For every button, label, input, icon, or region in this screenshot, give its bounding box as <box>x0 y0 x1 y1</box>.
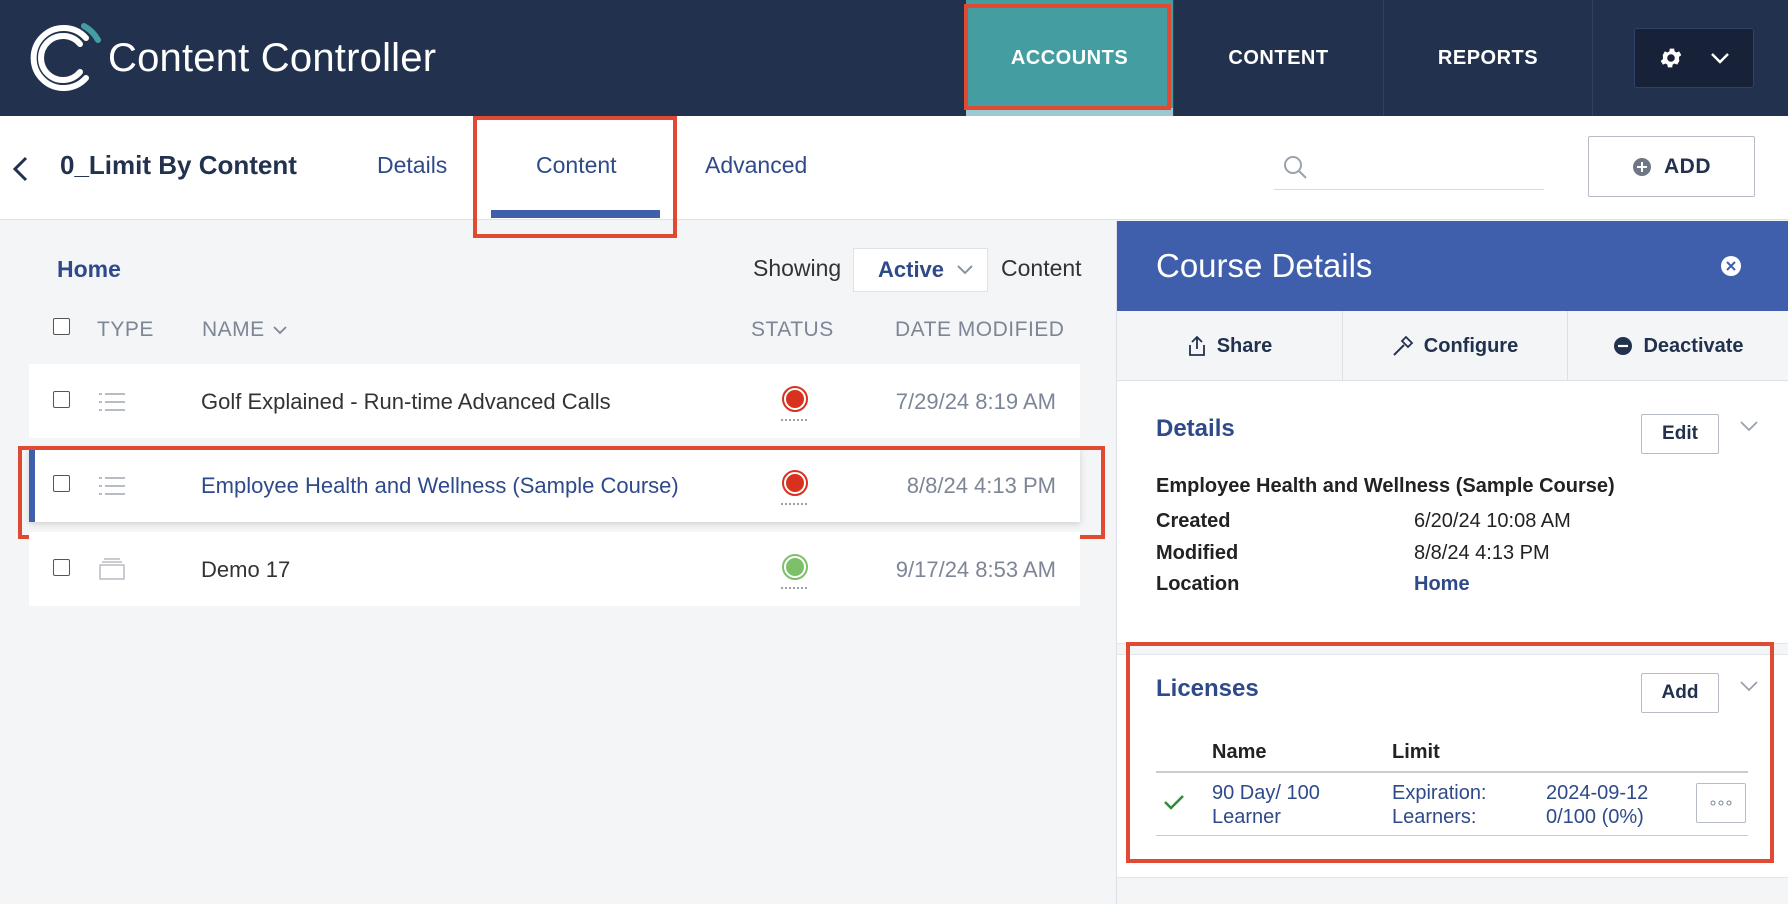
deactivate-button[interactable]: Deactivate <box>1567 311 1788 381</box>
share-label: Share <box>1216 334 1273 357</box>
status-filter-value: Active <box>878 257 945 282</box>
active-tab-indicator <box>491 210 660 218</box>
column-header-status: STATUS <box>751 318 834 341</box>
location-link[interactable]: Home <box>1414 573 1470 596</box>
check-icon <box>1164 795 1184 810</box>
column-header-name[interactable]: NAME <box>202 318 287 342</box>
date-modified: 8/8/24 4:13 PM <box>906 473 1056 498</box>
license-name[interactable]: 90 Day/ 100 Learner <box>1212 781 1320 829</box>
nav-reports[interactable]: REPORTS <box>1383 0 1593 116</box>
panel-header: Course Details <box>1117 221 1788 311</box>
logo-icon <box>28 18 102 98</box>
collapse-chevron-icon[interactable] <box>1739 679 1759 693</box>
share-button[interactable]: Share <box>1117 311 1342 381</box>
chevron-down-icon <box>1711 53 1729 64</box>
row-checkbox[interactable] <box>53 391 70 408</box>
content-name[interactable]: Employee Health and Wellness (Sample Cou… <box>201 473 679 499</box>
expiration-value: 2024-09-12 <box>1546 782 1649 804</box>
column-header-date: DATE MODIFIED <box>895 318 1065 341</box>
gear-icon <box>1660 48 1682 68</box>
status-active-icon <box>781 554 809 589</box>
more-dots-icon <box>1710 800 1732 806</box>
tab-details[interactable]: Details <box>377 152 447 179</box>
content-name[interactable]: Golf Explained - Run-time Advanced Calls <box>201 389 611 415</box>
license-header-divider <box>1156 771 1748 773</box>
search-box <box>1274 144 1544 190</box>
row-checkbox[interactable] <box>53 475 70 492</box>
add-button-label: ADD <box>1664 154 1711 178</box>
nav-content[interactable]: CONTENT <box>1173 0 1383 116</box>
sort-chevron-icon <box>273 326 287 335</box>
add-button[interactable]: ADD <box>1588 136 1755 197</box>
tab-advanced[interactable]: Advanced <box>705 152 807 179</box>
column-header-type: TYPE <box>97 318 154 341</box>
tab-content[interactable]: Content <box>536 152 617 179</box>
add-license-button[interactable]: Add <box>1641 673 1719 713</box>
license-name-line2: Learner <box>1212 806 1281 828</box>
edit-button[interactable]: Edit <box>1641 414 1719 454</box>
panel-bottom-strip <box>1117 877 1788 904</box>
created-label: Created <box>1156 510 1231 532</box>
details-section-title: Details <box>1156 415 1235 442</box>
license-header-name: Name <box>1212 741 1267 763</box>
app-logo[interactable]: Content Controller <box>28 18 448 98</box>
app-title: Content Controller <box>108 35 437 80</box>
license-row-divider <box>1156 835 1748 836</box>
close-icon[interactable] <box>1720 255 1742 277</box>
configure-button[interactable]: Configure <box>1342 311 1567 381</box>
deactivate-label: Deactivate <box>1643 334 1744 357</box>
share-icon <box>1188 335 1205 356</box>
license-limit-values: 2024-09-12 0/100 (0%) <box>1546 781 1648 829</box>
license-header-limit: Limit <box>1392 741 1440 763</box>
status-filter-select[interactable]: Active <box>853 248 988 292</box>
licenses-section-title: Licenses <box>1156 675 1259 702</box>
panel-actions: Share Configure Deactivate <box>1117 311 1788 381</box>
modified-value: 8/8/24 4:13 PM <box>1414 542 1550 564</box>
showing-label: Showing <box>753 255 842 281</box>
select-all-checkbox[interactable] <box>53 318 70 335</box>
content-name[interactable]: Demo 17 <box>201 557 290 583</box>
hammer-icon <box>1393 335 1414 356</box>
location-label: Location <box>1156 573 1240 595</box>
account-title: 0_Limit By Content <box>60 150 297 180</box>
license-name-line1: 90 Day/ 100 <box>1212 782 1320 804</box>
license-limit-labels: Expiration: Learners: <box>1392 781 1487 829</box>
folder-stack-icon <box>99 558 125 580</box>
modified-label: Modified <box>1156 542 1239 564</box>
top-header: Content Controller ACCOUNTS CONTENT REPO… <box>0 0 1788 116</box>
list-icon <box>99 393 125 411</box>
created-value: 6/20/24 10:08 AM <box>1414 510 1571 532</box>
date-modified: 7/29/24 8:19 AM <box>895 389 1056 414</box>
search-input[interactable] <box>1318 150 1538 184</box>
content-label: Content <box>1001 255 1082 281</box>
section-divider <box>1117 643 1788 655</box>
collapse-chevron-icon[interactable] <box>1739 419 1759 433</box>
course-name: Employee Health and Wellness (Sample Cou… <box>1156 475 1615 497</box>
search-icon <box>1284 156 1307 179</box>
license-more-button[interactable] <box>1696 783 1746 823</box>
expiration-label: Expiration: <box>1392 782 1487 804</box>
configure-label: Configure <box>1423 334 1519 357</box>
minus-circle-icon <box>1614 337 1633 355</box>
course-details-panel: Course Details Share Configure Deactivat… <box>1116 221 1788 904</box>
account-tab-bar: 0_Limit By Content Details Content Advan… <box>0 116 1788 220</box>
panel-title: Course Details <box>1156 247 1373 284</box>
table-row[interactable]: Demo 17 9/17/24 8:53 AM <box>29 532 1080 606</box>
plus-circle-icon <box>1633 157 1651 176</box>
date-modified: 9/17/24 8:53 AM <box>895 557 1056 582</box>
breadcrumb-home[interactable]: Home <box>57 256 121 283</box>
column-header-name-label: NAME <box>202 318 265 341</box>
learners-value: 0/100 (0%) <box>1546 806 1644 828</box>
table-row[interactable]: Golf Explained - Run-time Advanced Calls… <box>29 364 1080 438</box>
table-row-selected[interactable]: Employee Health and Wellness (Sample Cou… <box>29 448 1080 522</box>
chevron-down-icon <box>957 265 973 275</box>
learners-label: Learners: <box>1392 806 1477 828</box>
row-checkbox[interactable] <box>53 559 70 576</box>
status-inactive-icon <box>781 386 809 421</box>
settings-menu-button[interactable] <box>1634 28 1754 88</box>
back-chevron-icon[interactable] <box>6 154 36 184</box>
nav-accounts[interactable]: ACCOUNTS <box>966 0 1173 116</box>
status-inactive-icon <box>781 470 809 505</box>
list-icon <box>99 477 125 495</box>
